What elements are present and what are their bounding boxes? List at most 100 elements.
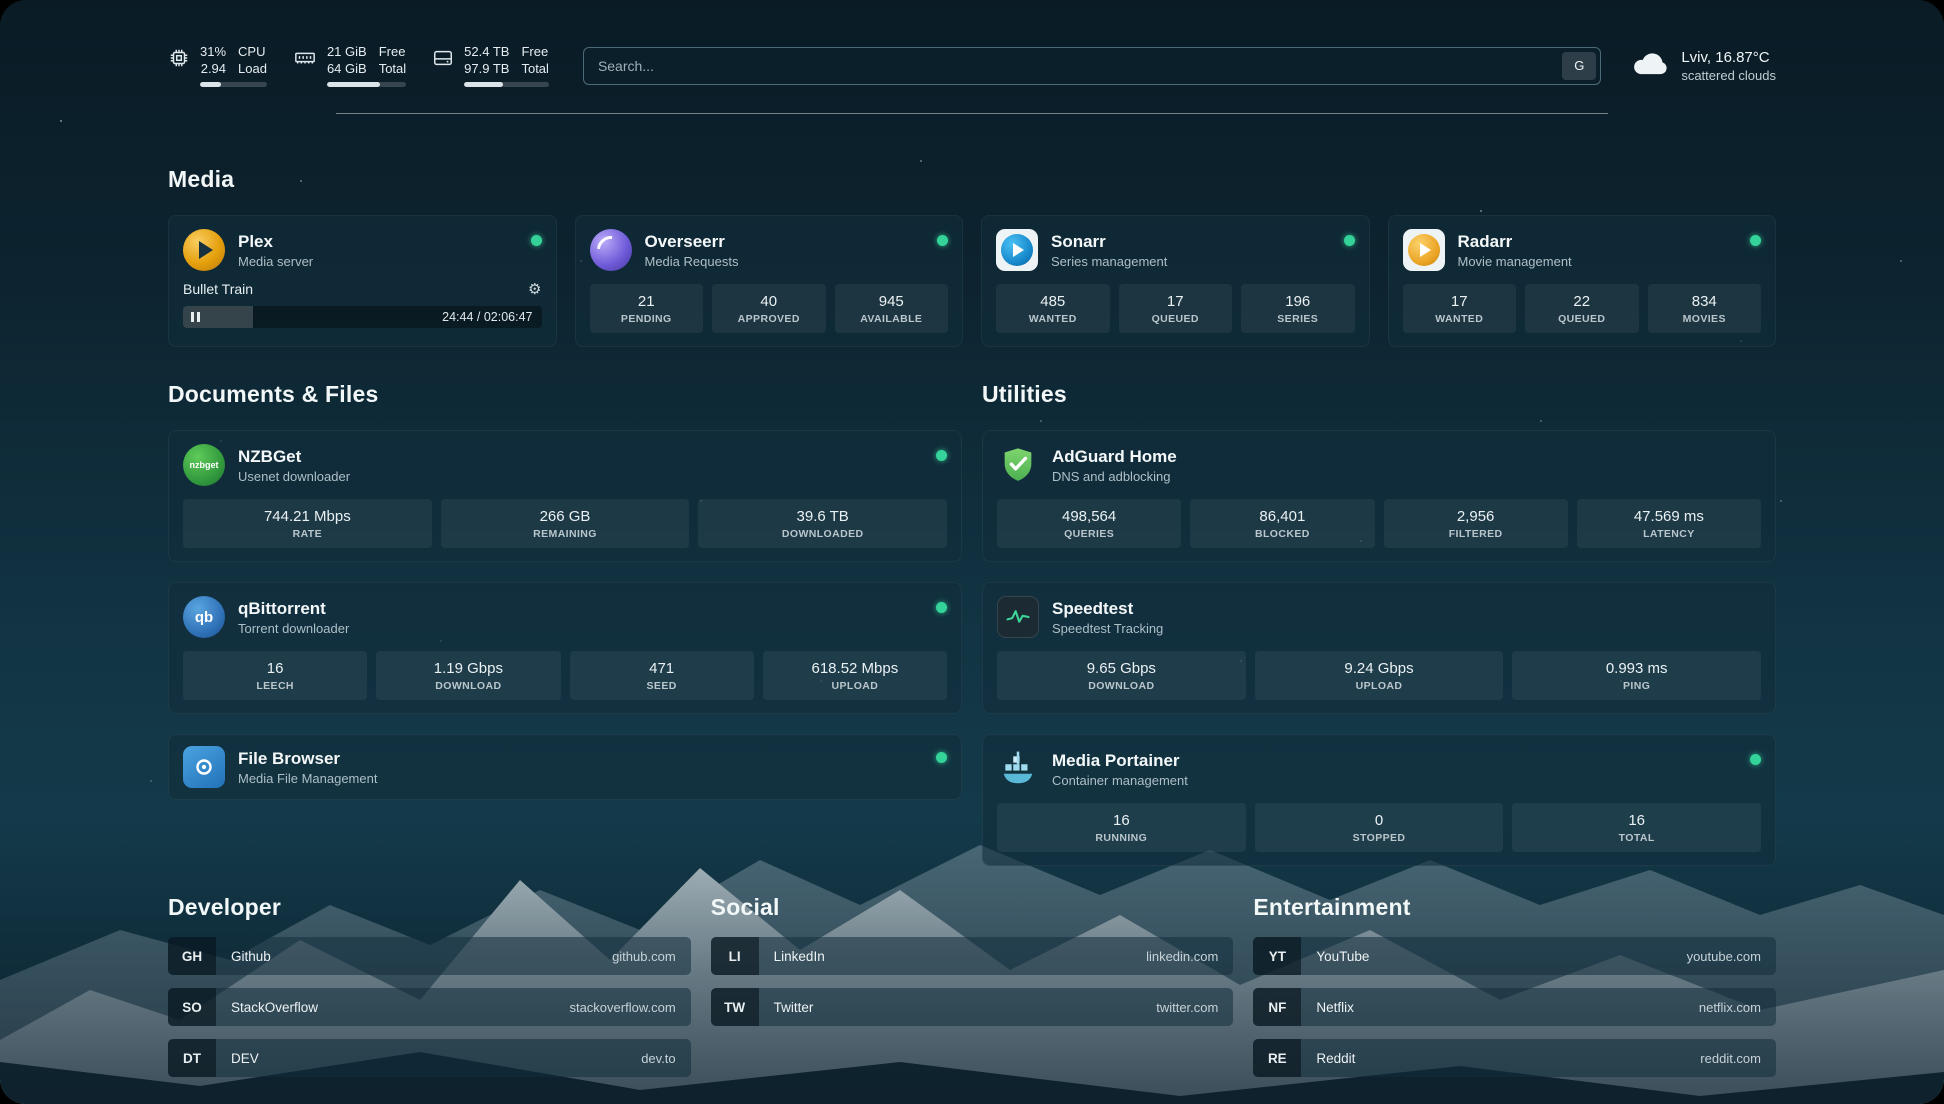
status-dot xyxy=(936,752,947,763)
stat-queued: 17 QUEUED xyxy=(1119,284,1233,333)
memory-total-value: 64 GiB xyxy=(327,61,367,77)
header-divider xyxy=(336,113,1608,114)
disk-total-label: Total xyxy=(521,61,548,77)
section-title-entertainment: Entertainment xyxy=(1253,894,1776,921)
section-title-utilities: Utilities xyxy=(982,381,1776,408)
stat-download: 9.65 Gbps DOWNLOAD xyxy=(997,651,1246,700)
playback-progress-bar[interactable]: 24:44 / 02:06:47 xyxy=(183,306,542,328)
stat-pending: 21 PENDING xyxy=(590,284,704,333)
card-portainer[interactable]: Media Portainer Container management 16 … xyxy=(982,734,1776,866)
stat-queued: 22 QUEUED xyxy=(1525,284,1639,333)
bookmark-youtube[interactable]: YT YouTube youtube.com xyxy=(1253,937,1776,975)
disk-icon xyxy=(432,44,454,87)
disk-widget: 52.4 TB Free 97.9 TB Total xyxy=(432,44,549,87)
status-dot xyxy=(1750,235,1761,246)
weather-location: Lviv, 16.87°C xyxy=(1681,49,1776,66)
card-speedtest[interactable]: Speedtest Speedtest Tracking 9.65 Gbps D… xyxy=(982,582,1776,714)
card-sonarr[interactable]: Sonarr Series management 485 WANTED 17 Q… xyxy=(981,215,1370,347)
section-developer: Developer GH Github github.com SO StackO… xyxy=(168,894,691,1077)
stat-stopped: 0 STOPPED xyxy=(1255,803,1504,852)
stat-remaining: 266 GB REMAINING xyxy=(441,499,690,548)
section-title-developer: Developer xyxy=(168,894,691,921)
filebrowser-icon xyxy=(183,746,225,788)
cpu-percent: 31% xyxy=(200,44,226,60)
status-dot xyxy=(936,450,947,461)
cpu-icon xyxy=(168,44,190,87)
section-documents: Documents & Files nzbget NZBGet Usenet d… xyxy=(168,381,962,866)
memory-free-label: Free xyxy=(379,44,406,60)
memory-widget: 21 GiB Free 64 GiB Total xyxy=(293,44,406,87)
section-entertainment: Entertainment YT YouTube youtube.com NF … xyxy=(1253,894,1776,1077)
search-provider-button[interactable]: G xyxy=(1562,52,1596,80)
disk-total-value: 97.9 TB xyxy=(464,61,509,77)
cpu-load-label: Load xyxy=(238,61,267,77)
bookmark-linkedin[interactable]: LI LinkedIn linkedin.com xyxy=(711,937,1234,975)
card-radarr[interactable]: Radarr Movie management 17 WANTED 22 QUE… xyxy=(1388,215,1777,347)
bookmark-reddit[interactable]: RE Reddit reddit.com xyxy=(1253,1039,1776,1077)
search-input[interactable] xyxy=(584,48,1600,84)
memory-progress-bar xyxy=(327,82,406,87)
playback-time: 24:44 / 02:06:47 xyxy=(442,310,532,324)
stat-ping: 0.993 ms PING xyxy=(1512,651,1761,700)
radarr-icon xyxy=(1403,229,1445,271)
section-title-media: Media xyxy=(168,166,1776,193)
stat-approved: 40 APPROVED xyxy=(712,284,826,333)
adguard-icon xyxy=(997,444,1039,486)
section-media: Media Plex Media server Bullet Train ⚙ xyxy=(168,166,1776,347)
bookmark-twitter[interactable]: TW Twitter twitter.com xyxy=(711,988,1234,1026)
card-filebrowser[interactable]: File Browser Media File Management xyxy=(168,734,962,800)
status-dot xyxy=(936,602,947,613)
disk-progress-bar xyxy=(464,82,549,87)
stat-leech: 16 LEECH xyxy=(183,651,367,700)
portainer-icon xyxy=(997,748,1039,790)
stat-queries: 498,564 QUERIES xyxy=(997,499,1181,548)
stat-series: 196 SERIES xyxy=(1241,284,1355,333)
card-plex[interactable]: Plex Media server Bullet Train ⚙ 24:44 /… xyxy=(168,215,557,347)
section-title-documents: Documents & Files xyxy=(168,381,962,408)
bookmark-github[interactable]: GH Github github.com xyxy=(168,937,691,975)
stat-running: 16 RUNNING xyxy=(997,803,1246,852)
stat-blocked: 86,401 BLOCKED xyxy=(1190,499,1374,548)
settings-gear-icon[interactable]: ⚙ xyxy=(528,282,541,297)
now-playing-title: Bullet Train xyxy=(183,281,253,297)
qbittorrent-icon: qb xyxy=(183,596,225,638)
stat-download: 1.19 Gbps DOWNLOAD xyxy=(376,651,560,700)
memory-free-value: 21 GiB xyxy=(327,44,367,60)
overseerr-icon xyxy=(590,229,632,271)
bookmark-netflix[interactable]: NF Netflix netflix.com xyxy=(1253,988,1776,1026)
card-qbittorrent[interactable]: qb qBittorrent Torrent downloader 16 LEE… xyxy=(168,582,962,714)
card-nzbget[interactable]: nzbget NZBGet Usenet downloader 744.21 M… xyxy=(168,430,962,562)
cloud-icon xyxy=(1631,48,1669,83)
status-dot xyxy=(1750,754,1761,765)
disk-free-label: Free xyxy=(521,44,548,60)
bookmark-dev[interactable]: DT DEV dev.to xyxy=(168,1039,691,1077)
dashboard-page: 31% CPU 2.94 Load 21 xyxy=(0,0,1944,1104)
stat-rate: 744.21 Mbps RATE xyxy=(183,499,432,548)
cpu-progress-bar xyxy=(200,82,267,87)
section-utilities: Utilities AdGu xyxy=(982,381,1776,866)
weather-condition: scattered clouds xyxy=(1681,68,1776,83)
stat-latency: 47.569 ms LATENCY xyxy=(1577,499,1761,548)
memory-total-label: Total xyxy=(379,61,406,77)
stat-wanted: 17 WANTED xyxy=(1403,284,1517,333)
card-adguard[interactable]: AdGuard Home DNS and adblocking 498,564 … xyxy=(982,430,1776,562)
stat-downloaded: 39.6 TB DOWNLOADED xyxy=(698,499,947,548)
stat-movies: 834 MOVIES xyxy=(1648,284,1762,333)
status-dot xyxy=(937,235,948,246)
stat-upload: 618.52 Mbps UPLOAD xyxy=(763,651,947,700)
status-dot xyxy=(1344,235,1355,246)
card-overseerr[interactable]: Overseerr Media Requests 21 PENDING 40 A… xyxy=(575,215,964,347)
nzbget-icon: nzbget xyxy=(183,444,225,486)
stat-total: 16 TOTAL xyxy=(1512,803,1761,852)
stat-seed: 471 SEED xyxy=(570,651,754,700)
speedtest-icon xyxy=(997,596,1039,638)
search-bar: G xyxy=(583,47,1601,85)
sonarr-icon xyxy=(996,229,1038,271)
cpu-widget: 31% CPU 2.94 Load xyxy=(168,44,267,87)
bookmark-stackoverflow[interactable]: SO StackOverflow stackoverflow.com xyxy=(168,988,691,1026)
top-bar: 31% CPU 2.94 Load 21 xyxy=(168,0,1776,87)
pause-icon xyxy=(191,312,200,322)
weather-widget: Lviv, 16.87°C scattered clouds xyxy=(1631,48,1776,83)
section-title-social: Social xyxy=(711,894,1234,921)
stat-available: 945 AVAILABLE xyxy=(835,284,949,333)
